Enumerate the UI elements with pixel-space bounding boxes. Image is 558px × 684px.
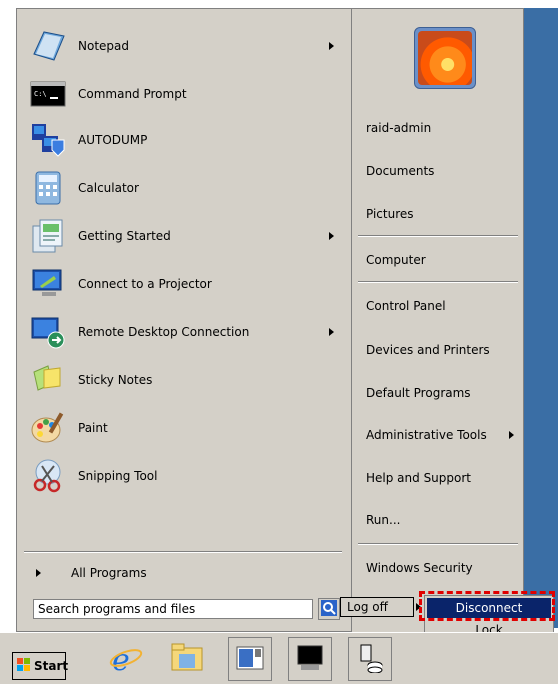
internet-explorer-icon: e xyxy=(108,640,144,679)
submenu-arrow-icon xyxy=(509,431,514,439)
notepad-icon xyxy=(30,28,66,64)
command-prompt-icon: C:\ xyxy=(30,76,66,112)
right-item-control-panel[interactable]: Control Panel xyxy=(366,295,522,317)
desktop-background xyxy=(524,8,558,628)
taskbar-database-tool[interactable] xyxy=(348,637,392,681)
taskbar-explorer[interactable] xyxy=(165,637,209,681)
submenu-arrow-icon xyxy=(329,42,334,50)
calculator-icon xyxy=(30,170,66,206)
program-sticky-notes[interactable]: Sticky Notes xyxy=(20,357,340,403)
taskbar-server-manager[interactable] xyxy=(228,637,272,681)
program-autodump[interactable]: AUTODUMP xyxy=(20,117,340,163)
right-item-pictures[interactable]: Pictures xyxy=(366,203,522,225)
database-icon xyxy=(355,643,385,676)
program-command-prompt[interactable]: C:\ Command Prompt xyxy=(20,71,340,117)
flower-picture-icon xyxy=(418,31,472,85)
right-item-documents[interactable]: Documents xyxy=(366,160,522,182)
right-item-run[interactable]: Run... xyxy=(366,509,522,531)
taskbar-internet-explorer[interactable]: e xyxy=(104,637,148,681)
getting-started-icon xyxy=(30,218,66,254)
separator xyxy=(358,281,518,283)
program-calculator[interactable]: Calculator xyxy=(20,165,340,211)
right-item-devices-printers[interactable]: Devices and Printers xyxy=(366,339,522,361)
svg-text:e: e xyxy=(112,643,130,676)
sticky-notes-icon xyxy=(30,362,66,398)
all-programs-button[interactable]: All Programs xyxy=(20,561,350,585)
program-remote-desktop[interactable]: Remote Desktop Connection xyxy=(20,309,340,355)
terminal-icon xyxy=(295,643,325,676)
search-icon xyxy=(321,599,337,619)
program-snipping-tool[interactable]: Snipping Tool xyxy=(20,453,340,499)
windows-logo-icon xyxy=(17,657,31,675)
server-manager-icon xyxy=(235,643,265,676)
start-button[interactable]: Start xyxy=(12,652,68,680)
logoff-button[interactable]: Log off xyxy=(340,597,414,617)
separator xyxy=(24,551,342,553)
snipping-tool-icon xyxy=(30,458,66,494)
projector-icon xyxy=(30,266,66,302)
submenu-arrow-icon xyxy=(329,232,334,240)
taskbar: Start e xyxy=(0,632,558,684)
right-item-help-support[interactable]: Help and Support xyxy=(366,467,522,489)
separator xyxy=(358,543,518,545)
program-getting-started[interactable]: Getting Started xyxy=(20,213,340,259)
right-item-admin-tools[interactable]: Administrative Tools xyxy=(366,424,522,446)
program-notepad[interactable]: Notepad xyxy=(20,23,340,69)
right-pane: raid-admin Documents Pictures Computer C… xyxy=(351,9,522,633)
svg-text:C:\: C:\ xyxy=(34,90,47,98)
right-item-default-programs[interactable]: Default Programs xyxy=(366,382,522,404)
user-avatar[interactable] xyxy=(414,27,476,89)
start-menu: Notepad C:\ Command Prompt AUTODUMP Calc… xyxy=(16,8,524,633)
search-button[interactable] xyxy=(318,598,340,620)
right-item-user[interactable]: raid-admin xyxy=(366,117,522,139)
all-programs-arrow-icon xyxy=(36,569,41,577)
annotation-highlight xyxy=(419,591,555,621)
right-item-windows-security[interactable]: Windows Security xyxy=(366,557,522,579)
submenu-arrow-icon xyxy=(329,328,334,336)
paint-icon xyxy=(30,410,66,446)
search-input[interactable]: Search programs and files xyxy=(33,599,313,619)
remote-desktop-icon xyxy=(30,314,66,350)
program-paint[interactable]: Paint xyxy=(20,405,340,451)
folder-icon xyxy=(169,640,205,679)
pinned-programs-pane: Notepad C:\ Command Prompt AUTODUMP Calc… xyxy=(20,13,350,593)
right-item-computer[interactable]: Computer xyxy=(366,249,522,271)
separator xyxy=(358,235,518,237)
taskbar-command-prompt[interactable] xyxy=(288,637,332,681)
autodump-icon xyxy=(30,122,66,158)
program-connect-projector[interactable]: Connect to a Projector xyxy=(20,261,340,307)
